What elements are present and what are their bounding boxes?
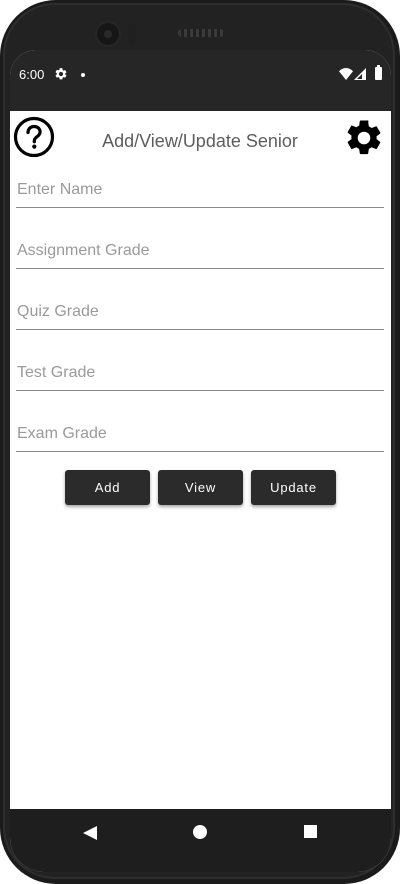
device-frame: 6:00 Add/View/Update Senior Enter Name A… [0, 0, 400, 884]
app-content: Add/View/Update Senior Add View Update [10, 111, 391, 809]
screen: 6:00 Add/View/Update Senior Enter Name A… [10, 50, 391, 872]
test-grade-field [16, 358, 385, 391]
name-input[interactable] [16, 175, 385, 205]
exam-grade-input[interactable] [16, 419, 385, 449]
status-time: 6:00 [19, 67, 45, 82]
settings-icon [55, 68, 67, 80]
battery-icon [375, 65, 382, 80]
update-button[interactable]: Update [251, 470, 336, 505]
notification-dot-icon [81, 73, 85, 77]
help-circle-icon[interactable] [13, 116, 55, 158]
gear-icon[interactable] [343, 117, 385, 159]
back-icon[interactable] [82, 825, 98, 841]
assignment-grade-input[interactable] [16, 236, 385, 266]
add-button[interactable]: Add [65, 470, 150, 505]
exam-grade-field [16, 419, 385, 452]
quiz-grade-field [16, 297, 385, 330]
page-title: Add/View/Update Senior [102, 131, 298, 151]
home-icon[interactable] [193, 825, 207, 839]
test-grade-input[interactable] [16, 358, 385, 388]
quiz-grade-input[interactable] [16, 297, 385, 327]
view-button[interactable]: View [158, 470, 243, 505]
front-camera [97, 23, 119, 45]
wifi-icon [339, 68, 353, 80]
earpiece-speaker [178, 29, 224, 37]
name-field [16, 175, 385, 208]
navigation-bar [10, 809, 391, 872]
proximity-sensor [128, 24, 136, 44]
recents-icon[interactable] [304, 825, 317, 838]
signal-icon [354, 68, 366, 80]
assignment-grade-field [16, 236, 385, 269]
status-bar: 6:00 [10, 50, 391, 111]
